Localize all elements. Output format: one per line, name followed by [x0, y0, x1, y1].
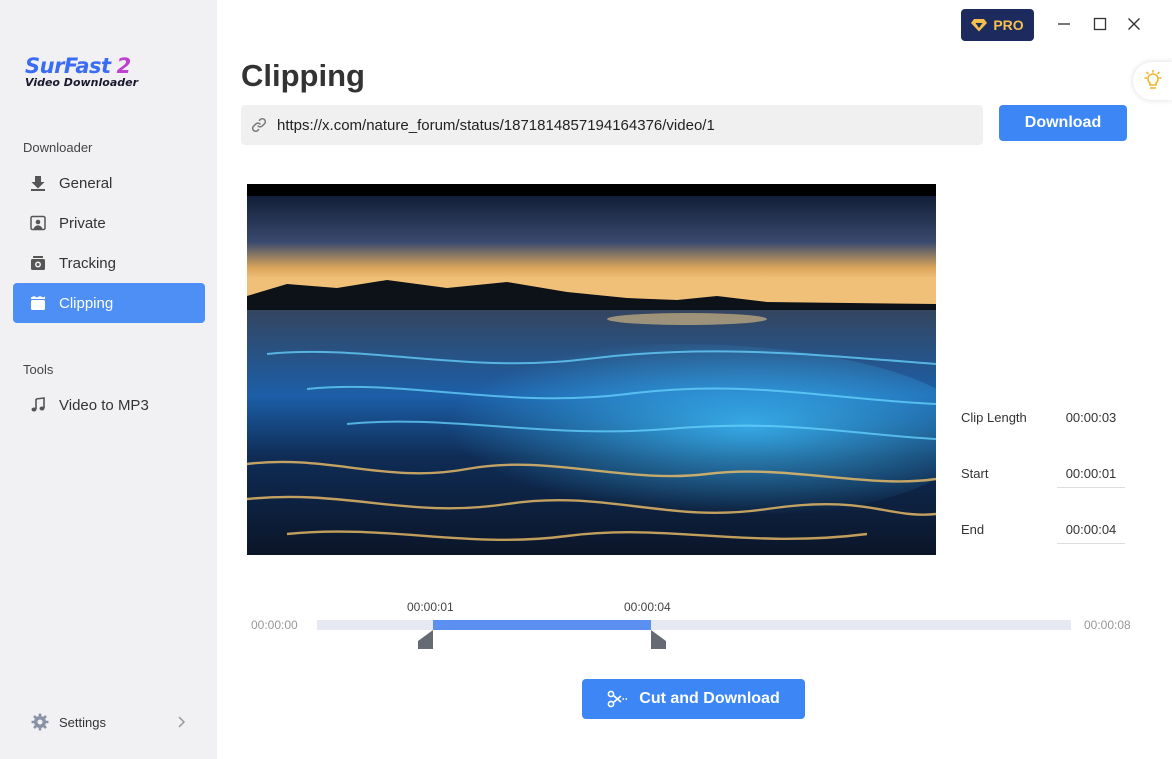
music-note-icon — [29, 396, 47, 414]
sidebar-item-label: Video to MP3 — [59, 396, 149, 414]
download-icon — [29, 174, 47, 192]
sidebar-item-video-to-mp3[interactable]: Video to MP3 — [13, 385, 205, 425]
cut-and-download-button[interactable]: Cut and Download — [582, 679, 805, 719]
logo-title: SurFast — [25, 54, 111, 78]
close-icon — [1128, 18, 1140, 30]
link-icon — [251, 117, 267, 133]
sidebar-item-tracking[interactable]: Tracking — [13, 243, 205, 283]
maximize-button[interactable] — [1088, 12, 1112, 36]
download-button[interactable]: Download — [999, 105, 1127, 141]
start-time-field[interactable]: 00:00:01 — [1057, 466, 1125, 488]
sidebar-item-clipping[interactable]: Clipping — [13, 283, 205, 323]
settings-button[interactable]: Settings — [13, 706, 205, 738]
end-time-field[interactable]: 00:00:04 — [1057, 522, 1125, 544]
pro-label: PRO — [993, 17, 1024, 33]
tools-section-label: Tools — [23, 362, 54, 377]
sidebar-item-label: General — [59, 174, 113, 192]
app-logo: SurFast 2 Video Downloader — [25, 54, 138, 89]
end-handle[interactable] — [651, 630, 666, 649]
minimize-button[interactable] — [1052, 12, 1076, 36]
page-title: Clipping — [241, 58, 365, 93]
handle-start-shape — [418, 630, 433, 649]
sidebar-item-label: Tracking — [59, 254, 116, 272]
main-panel: PRO Clipping Download — [217, 0, 1172, 759]
maximize-icon — [1093, 17, 1107, 31]
minimize-icon — [1058, 23, 1070, 25]
pro-button[interactable]: PRO — [961, 9, 1034, 41]
url-field[interactable] — [241, 105, 983, 145]
start-label: Start — [961, 466, 989, 481]
scissors-icon — [607, 690, 628, 708]
url-input[interactable] — [277, 116, 977, 134]
clip-length-value: 00:00:03 — [1065, 410, 1117, 425]
cut-and-download-label: Cut and Download — [639, 690, 780, 707]
timeline-selection — [433, 620, 651, 630]
settings-label: Settings — [59, 714, 106, 730]
handle-end-shape — [651, 630, 666, 649]
lightbulb-icon — [1144, 70, 1162, 89]
close-button[interactable] — [1122, 12, 1146, 36]
start-handle-label: 00:00:01 — [407, 600, 454, 614]
sidebar: SurFast 2 Video Downloader Downloader Gen… — [0, 0, 217, 759]
timeline-track[interactable] — [317, 620, 1071, 630]
clipping-icon — [29, 294, 47, 312]
video-frame-image — [247, 184, 936, 555]
logo-version: 2 — [116, 54, 132, 78]
downloader-section-label: Downloader — [23, 140, 93, 155]
sidebar-item-private[interactable]: Private — [13, 203, 205, 243]
sidebar-item-label: Private — [59, 214, 106, 232]
gear-icon — [31, 713, 49, 731]
tips-button[interactable] — [1133, 62, 1172, 100]
logo-subtitle: Video Downloader — [25, 76, 139, 89]
start-handle[interactable] — [418, 630, 433, 649]
clip-length-label: Clip Length — [961, 410, 1027, 425]
tracking-icon — [29, 254, 47, 272]
private-icon — [29, 214, 47, 232]
timeline-end-time: 00:00:08 — [1084, 618, 1131, 632]
video-preview[interactable] — [247, 184, 936, 555]
sidebar-item-general[interactable]: General — [13, 163, 205, 203]
chevron-right-icon — [173, 714, 189, 730]
diamond-icon — [971, 19, 988, 32]
timeline-start-time: 00:00:00 — [251, 618, 298, 632]
end-handle-label: 00:00:04 — [624, 600, 671, 614]
sidebar-item-label: Clipping — [59, 294, 114, 312]
end-label: End — [961, 522, 985, 537]
